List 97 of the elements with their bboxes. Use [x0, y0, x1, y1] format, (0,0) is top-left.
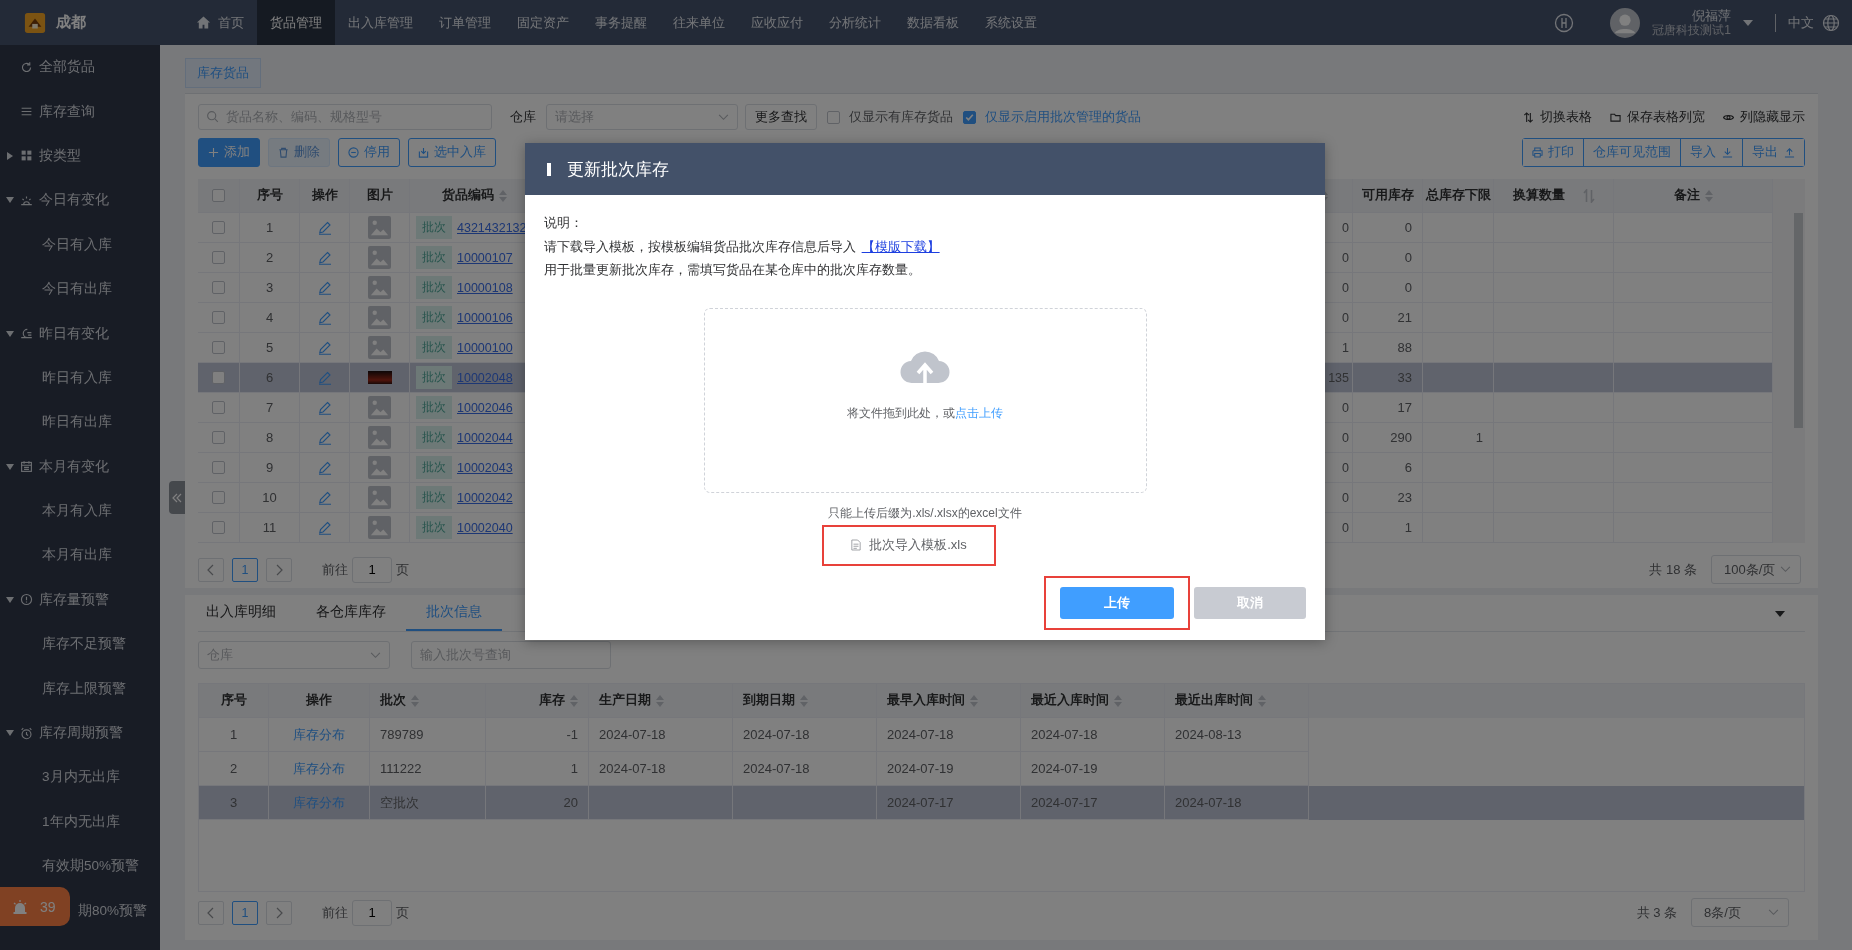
table-cell: 0 — [1342, 310, 1349, 325]
table-cell: 1 — [570, 761, 578, 776]
table-cell: 0 — [1342, 220, 1349, 235]
goto-label: 前往 — [322, 903, 348, 922]
batch-tag: 批次 — [416, 336, 452, 359]
column-header: 生产日期 — [599, 692, 651, 709]
goto-label: 前往 — [322, 560, 348, 579]
batch-tag: 批次 — [416, 486, 452, 509]
column-header: 库存 — [539, 692, 565, 709]
batch-tag: 批次 — [416, 306, 452, 329]
page-unit: 页 — [396, 903, 409, 922]
column-header: 备注 — [1673, 187, 1700, 204]
column-header: 最近入库时间 — [1031, 692, 1109, 709]
table-cell: 2024-07-18 — [1031, 727, 1098, 742]
total-count: 共 3 条 — [1636, 903, 1677, 922]
table-cell: 0 — [1342, 520, 1349, 535]
table-cell: 135 — [1328, 370, 1349, 385]
table-cell: 1 — [1342, 340, 1349, 355]
dropzone-text: 将文件拖到此处，或点击上传 — [847, 404, 1003, 422]
brand-name: 成都 — [56, 13, 86, 32]
column-header: 到期日期 — [743, 692, 795, 709]
table-cell: 3 — [265, 280, 274, 295]
page-unit: 页 — [396, 560, 409, 579]
table-cell: 0 — [1342, 460, 1349, 475]
instruction-text: 请下载导入模板，按模板编辑货品批次库存信息后导入 【模版下载】 — [544, 237, 941, 256]
table-cell: 3 — [229, 795, 238, 810]
table-cell: 0 — [1404, 220, 1412, 235]
table-cell: 0 — [1342, 400, 1349, 415]
table-cell: 0 — [1342, 280, 1349, 295]
table-cell: 2024-07-18 — [599, 761, 666, 776]
table-cell: 2024-07-17 — [1031, 795, 1098, 810]
table-cell: 2024-07-18 — [887, 727, 954, 742]
table-cell: 2024-08-13 — [1175, 727, 1242, 742]
table-cell: 111222 — [380, 761, 422, 776]
table-cell: 2024-07-19 — [1031, 761, 1098, 776]
table-cell: 4 — [265, 310, 274, 325]
column-header: 图片 — [366, 187, 393, 204]
table-cell: 1 — [229, 727, 238, 742]
table-cell: 1 — [1404, 520, 1412, 535]
batch-tag: 批次 — [416, 516, 452, 539]
column-header: 操作 — [311, 187, 338, 204]
column-header: 最早入库时间 — [887, 692, 965, 709]
table-cell: 11 — [262, 520, 277, 535]
table-cell: 0 — [1342, 430, 1349, 445]
table-cell: 2024-07-18 — [743, 761, 810, 776]
table-cell: 2024-07-18 — [599, 727, 666, 742]
table-cell: 2 — [229, 761, 238, 776]
table-cell: 1 — [265, 220, 274, 235]
table-cell: 21 — [1397, 310, 1412, 325]
table-cell: -1 — [566, 727, 578, 742]
column-header: 序号 — [256, 187, 283, 204]
batch-tag: 批次 — [416, 396, 452, 419]
table-cell: 290 — [1390, 430, 1412, 445]
table-cell: 10 — [262, 490, 277, 505]
table-cell: 0 — [1404, 250, 1412, 265]
table-cell: 6 — [1404, 460, 1412, 475]
column-header: 换算数量 — [1512, 187, 1565, 204]
table-cell: 0 — [1342, 490, 1349, 505]
column-header: 批次 — [380, 692, 406, 709]
column-header: 操作 — [306, 692, 332, 709]
table-cell: 0 — [1342, 250, 1349, 265]
warehouse-label: 仓库 — [510, 108, 536, 126]
total-count: 共 18 条 — [1649, 560, 1697, 579]
table-cell: 789789 — [380, 727, 424, 742]
column-header: 序号 — [220, 692, 247, 709]
column-header: 可用库存 — [1361, 187, 1414, 204]
table-cell: 1 — [1475, 430, 1483, 445]
table-cell: 2024-07-19 — [887, 761, 954, 776]
batch-tag: 批次 — [416, 366, 452, 389]
note-label: 说明： — [544, 214, 584, 232]
batch-tag: 批次 — [416, 276, 452, 299]
column-header: 最近出库时间 — [1175, 692, 1253, 709]
table-cell: 0 — [1404, 280, 1412, 295]
column-header: 货品编码 — [442, 187, 494, 204]
table-cell: 6 — [265, 370, 274, 385]
table-cell: 5 — [265, 340, 274, 355]
table-cell: 9 — [265, 460, 274, 475]
table-cell: 8 — [265, 430, 274, 445]
file-type-hint: 只能上传后缀为.xls/.xlsx的excel文件 — [827, 504, 1023, 522]
usage-text: 用于批量更新批次库存，需填写货品在某仓库中的批次库存数量。 — [544, 261, 922, 279]
table-cell: 2024-07-17 — [887, 795, 954, 810]
batch-tag: 批次 — [416, 246, 452, 269]
batch-tag: 批次 — [416, 456, 452, 479]
table-cell: 17 — [1397, 400, 1412, 415]
user-name: 倪福萍 — [1692, 7, 1731, 23]
table-cell: 2024-07-18 — [743, 727, 810, 742]
column-header: 总库存下限 — [1425, 187, 1491, 204]
table-cell: 88 — [1397, 340, 1412, 355]
table-cell: 20 — [563, 795, 578, 810]
table-cell: 2024-07-18 — [1175, 795, 1242, 810]
dialog-title: 更新批次库存 — [567, 158, 669, 181]
table-cell: 7 — [265, 400, 274, 415]
table-cell: 33 — [1397, 370, 1412, 385]
table-cell: 23 — [1397, 490, 1412, 505]
batch-tag: 批次 — [416, 426, 452, 449]
batch-tag: 批次 — [416, 216, 452, 239]
table-cell: 2 — [265, 250, 274, 265]
